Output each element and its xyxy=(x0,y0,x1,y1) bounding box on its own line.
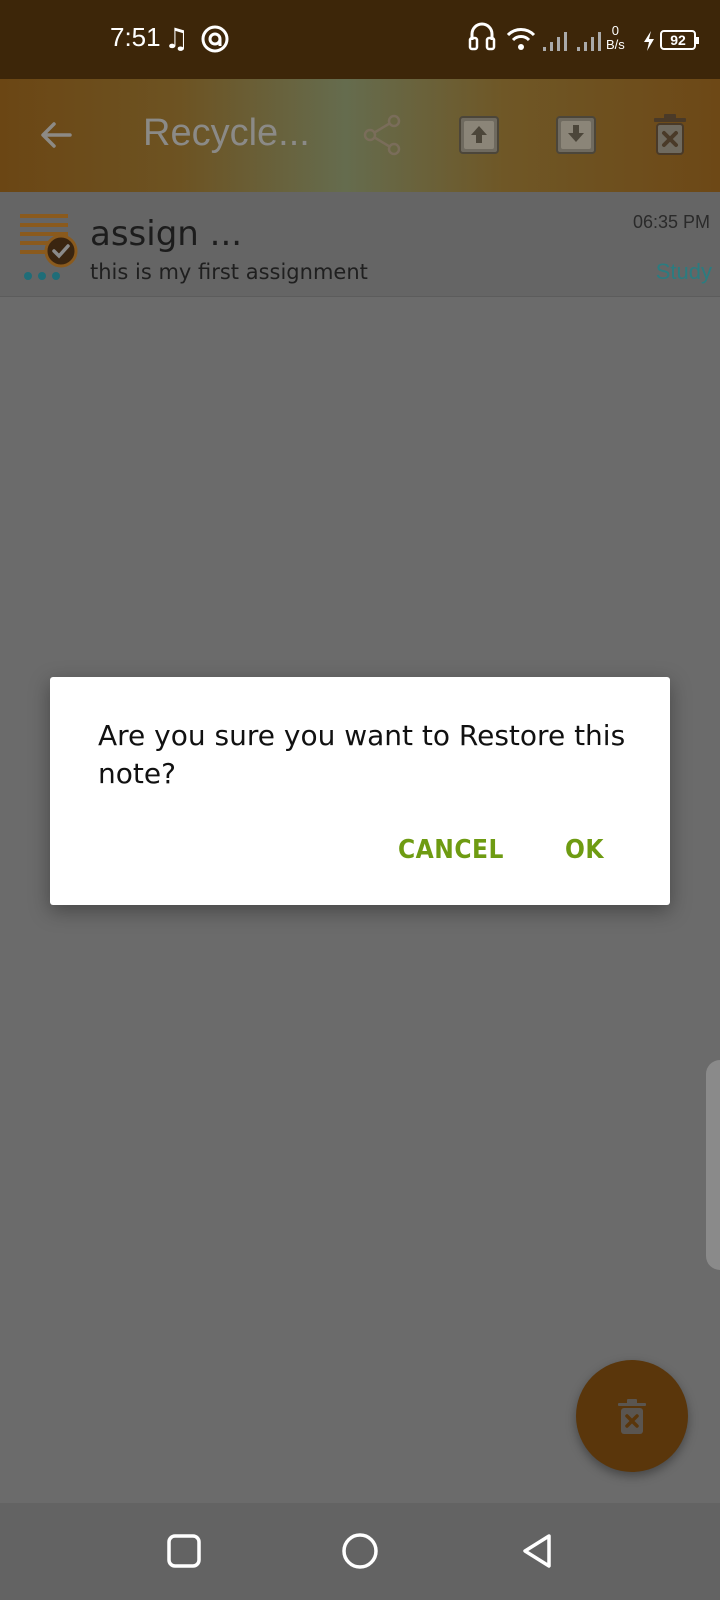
home-circle-icon[interactable] xyxy=(340,1531,380,1571)
back-arrow-icon[interactable] xyxy=(36,115,76,155)
charging-icon xyxy=(644,31,654,51)
recents-square-icon[interactable] xyxy=(164,1531,204,1571)
net-speed-value: 0 xyxy=(611,23,620,38)
net-speed-unit: B/s xyxy=(606,37,625,52)
list-item[interactable]: assign ... this is my first assignment 0… xyxy=(0,192,720,297)
archive-icon[interactable] xyxy=(553,112,599,158)
note-checklist-icon xyxy=(20,214,78,280)
ok-button[interactable]: OK xyxy=(565,835,604,865)
back-triangle-icon[interactable] xyxy=(517,1531,557,1571)
note-body: this is my first assignment xyxy=(90,260,368,284)
status-time: 7:51 xyxy=(110,22,161,52)
cancel-button[interactable]: CANCEL xyxy=(398,835,504,865)
restore-confirm-dialog: Are you sure you want to Restore this no… xyxy=(50,677,670,905)
delete-icon xyxy=(618,1399,646,1434)
dialog-message: Are you sure you want to Restore this no… xyxy=(98,719,626,790)
wifi-icon xyxy=(506,28,536,50)
edge-panel-handle[interactable] xyxy=(706,1060,720,1270)
page-title: Recycle... xyxy=(143,112,310,154)
at-sign-icon xyxy=(201,25,229,53)
note-category-tag: Study xyxy=(655,259,712,284)
note-timestamp: 06:35 PM xyxy=(632,212,710,232)
headphones-icon xyxy=(468,22,496,51)
toolbar: Recycle... xyxy=(0,79,720,192)
status-bar: 7:51 ♫ 0 B/s 92 xyxy=(0,0,720,79)
battery-icon: 92 xyxy=(660,30,699,50)
share-icon[interactable] xyxy=(360,112,406,158)
note-title: assign ... xyxy=(90,214,243,254)
music-note-icon: ♫ xyxy=(164,22,190,55)
delete-icon[interactable] xyxy=(650,112,690,158)
delete-fab-button[interactable] xyxy=(576,1360,688,1472)
signal-icon xyxy=(543,32,567,51)
restore-icon[interactable] xyxy=(456,112,502,158)
system-nav-bar xyxy=(0,1503,720,1600)
signal-icon xyxy=(577,32,601,51)
network-speed: 0 B/s xyxy=(606,24,625,52)
